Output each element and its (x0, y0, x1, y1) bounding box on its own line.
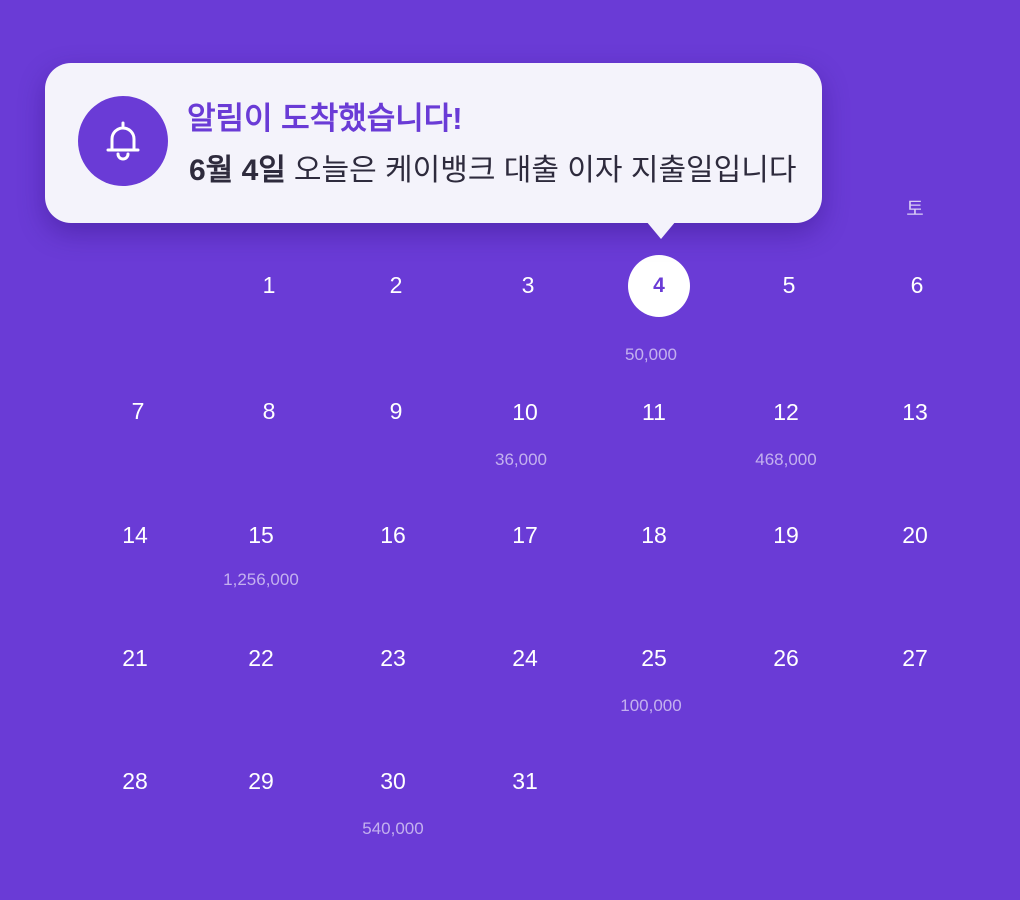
day-number: 25 (641, 645, 667, 671)
calendar-day[interactable]: 30 540,000 (353, 766, 433, 838)
notification-title: 알림이 도착했습니다! (187, 101, 463, 136)
day-number: 22 (248, 645, 274, 671)
day-number: 2 (389, 272, 403, 298)
calendar-day[interactable]: 2 (356, 270, 436, 300)
calendar-day[interactable]: 6 (877, 270, 957, 300)
day-number: 19 (773, 522, 799, 548)
day-number: 17 (512, 522, 538, 548)
day-amount: 50,000 (625, 345, 677, 364)
day-number: 21 (122, 645, 148, 671)
day-number: 20 (902, 522, 928, 548)
day-number: 29 (248, 768, 274, 794)
notification-text: 오늘은 케이뱅크 대출 이자 지출일입니다 (293, 154, 797, 187)
calendar-day[interactable]: 27 (875, 643, 955, 673)
calendar-day[interactable]: 16 (353, 520, 433, 550)
calendar-day[interactable]: 20 (875, 520, 955, 550)
day-amount: 100,000 (620, 696, 682, 715)
day-number: 31 (512, 768, 538, 794)
day-number: 24 (512, 645, 538, 671)
calendar-day[interactable]: 17 (485, 520, 565, 550)
calendar-day[interactable]: 9 (356, 396, 436, 426)
day-number: 13 (902, 399, 928, 425)
notification-toast[interactable]: 알림이 도착했습니다! 6월 4일 오늘은 케이뱅크 대출 이자 지출일입니다 (45, 63, 822, 239)
day-number: 28 (122, 768, 148, 794)
day-number: 15 (248, 522, 274, 548)
bell-icon (106, 121, 140, 161)
day-number: 4 (628, 255, 690, 317)
calendar-day[interactable]: 14 (95, 520, 175, 550)
calendar-day[interactable]: 12 468,000 (746, 397, 826, 469)
day-number: 27 (902, 645, 928, 671)
day-number: 8 (262, 398, 276, 424)
calendar-day[interactable]: 25 100,000 (614, 643, 694, 715)
calendar-day[interactable]: 13 (875, 397, 955, 427)
day-amount: 468,000 (755, 450, 817, 469)
notification-date: 6월 4일 (189, 154, 286, 187)
day-number: 26 (773, 645, 799, 671)
day-number: 1 (262, 272, 276, 298)
calendar-day[interactable]: 3 (488, 270, 568, 300)
calendar-day[interactable]: 18 (614, 520, 694, 550)
day-number: 12 (773, 399, 799, 425)
calendar-day[interactable]: 24 (485, 643, 565, 673)
calendar-day[interactable]: 23 (353, 643, 433, 673)
calendar-day[interactable]: 19 (746, 520, 826, 550)
day-number: 5 (782, 272, 796, 298)
day-number: 18 (641, 522, 667, 548)
day-number: 11 (642, 399, 666, 425)
calendar-day[interactable]: 10 36,000 (485, 397, 565, 469)
calendar-day[interactable]: 7 (98, 396, 178, 426)
calendar-day[interactable]: 11 (614, 397, 694, 427)
day-number: 3 (521, 272, 535, 298)
calendar-day[interactable]: 29 (221, 766, 301, 796)
calendar-day[interactable]: 21 (95, 643, 175, 673)
calendar-day[interactable]: 5 (749, 270, 829, 300)
notification-message: 6월 4일 오늘은 케이뱅크 대출 이자 지출일입니다 (189, 145, 796, 189)
calendar-day[interactable]: 31 (485, 766, 565, 796)
day-amount: 1,256,000 (223, 570, 299, 589)
day-number: 6 (910, 272, 924, 298)
day-number: 9 (389, 398, 403, 424)
day-number: 10 (512, 399, 538, 425)
notification-icon-badge (78, 96, 168, 186)
calendar-day[interactable]: 22 (221, 643, 301, 673)
calendar-day[interactable]: 28 (95, 766, 175, 796)
calendar-day-selected[interactable]: 4 50,000 (619, 255, 699, 364)
weekday-sat: 토 (906, 199, 924, 220)
notification-pointer (646, 221, 676, 239)
calendar-day[interactable]: 8 (229, 396, 309, 426)
calendar-day[interactable]: 15 1,256,000 (221, 520, 301, 589)
day-number: 7 (131, 398, 145, 424)
day-number: 30 (380, 768, 406, 794)
calendar-day[interactable]: 26 (746, 643, 826, 673)
calendar-day[interactable]: 1 (229, 270, 309, 300)
day-amount: 36,000 (495, 450, 547, 469)
day-number: 14 (122, 522, 148, 548)
day-amount: 540,000 (362, 819, 424, 838)
day-number: 16 (380, 522, 406, 548)
day-number: 23 (380, 645, 406, 671)
